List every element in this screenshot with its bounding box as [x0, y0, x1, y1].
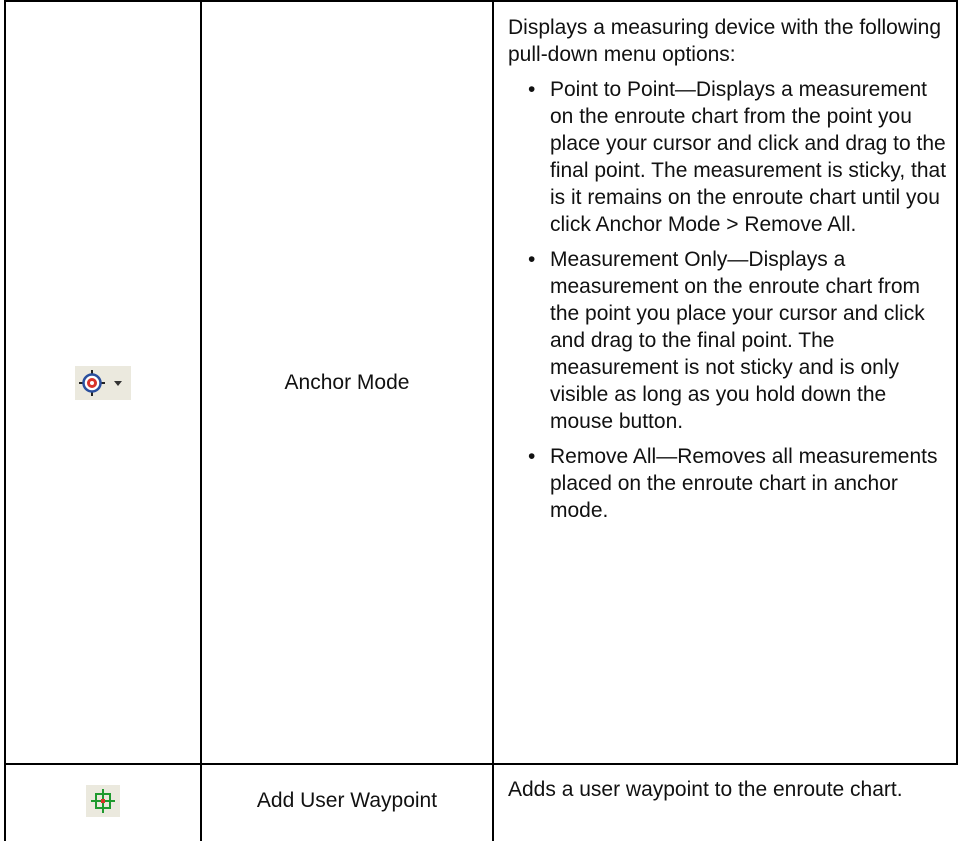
table-row-add-waypoint-icon-cell	[6, 765, 200, 837]
table-row-anchor-mode-description-cell: Displays a measuring device with the fol…	[508, 14, 948, 532]
add-user-waypoint-label: Add User Waypoint	[256, 789, 438, 812]
dropdown-arrow-icon	[114, 380, 122, 386]
table-row-anchor-mode-name-cell: Anchor Mode	[202, 2, 492, 763]
bullet-glyph: •	[528, 78, 536, 101]
option-point-to-point: Point to Point—Displays a measurement on…	[550, 78, 947, 236]
list-item: • Point to Point—Displays a measurement …	[518, 76, 948, 238]
add-user-waypoint-icon	[91, 789, 115, 813]
bullet-glyph: •	[528, 248, 536, 271]
add-user-waypoint-button[interactable]	[86, 785, 120, 817]
list-item: • Remove All—Removes all measurements pl…	[518, 443, 948, 524]
option-measurement-only: Measurement Only—Displays a measurement …	[550, 248, 925, 433]
column-divider-2	[492, 0, 494, 841]
table-row-add-waypoint-name-cell: Add User Waypoint	[202, 765, 492, 837]
list-item: • Measurement Only—Displays a measuremen…	[518, 246, 948, 435]
anchor-mode-description-intro: Displays a measuring device with the fol…	[508, 16, 942, 66]
anchor-mode-options-list: • Point to Point—Displays a measurement …	[508, 76, 948, 524]
table-row-add-waypoint-description-cell: Adds a user waypoint to the enroute char…	[508, 776, 948, 803]
anchor-mode-button[interactable]	[75, 365, 131, 400]
table-row-anchor-mode-icon-cell	[6, 2, 200, 763]
option-remove-all: Remove All—Removes all measurements plac…	[550, 445, 938, 522]
bullet-glyph: •	[528, 445, 536, 468]
table-right-border	[956, 0, 958, 764]
tool-description-table: Anchor Mode Displays a measuring device …	[0, 0, 960, 841]
anchor-mode-target-icon	[79, 369, 122, 396]
anchor-mode-label: Anchor Mode	[284, 370, 410, 394]
add-user-waypoint-description: Adds a user waypoint to the enroute char…	[508, 778, 903, 801]
